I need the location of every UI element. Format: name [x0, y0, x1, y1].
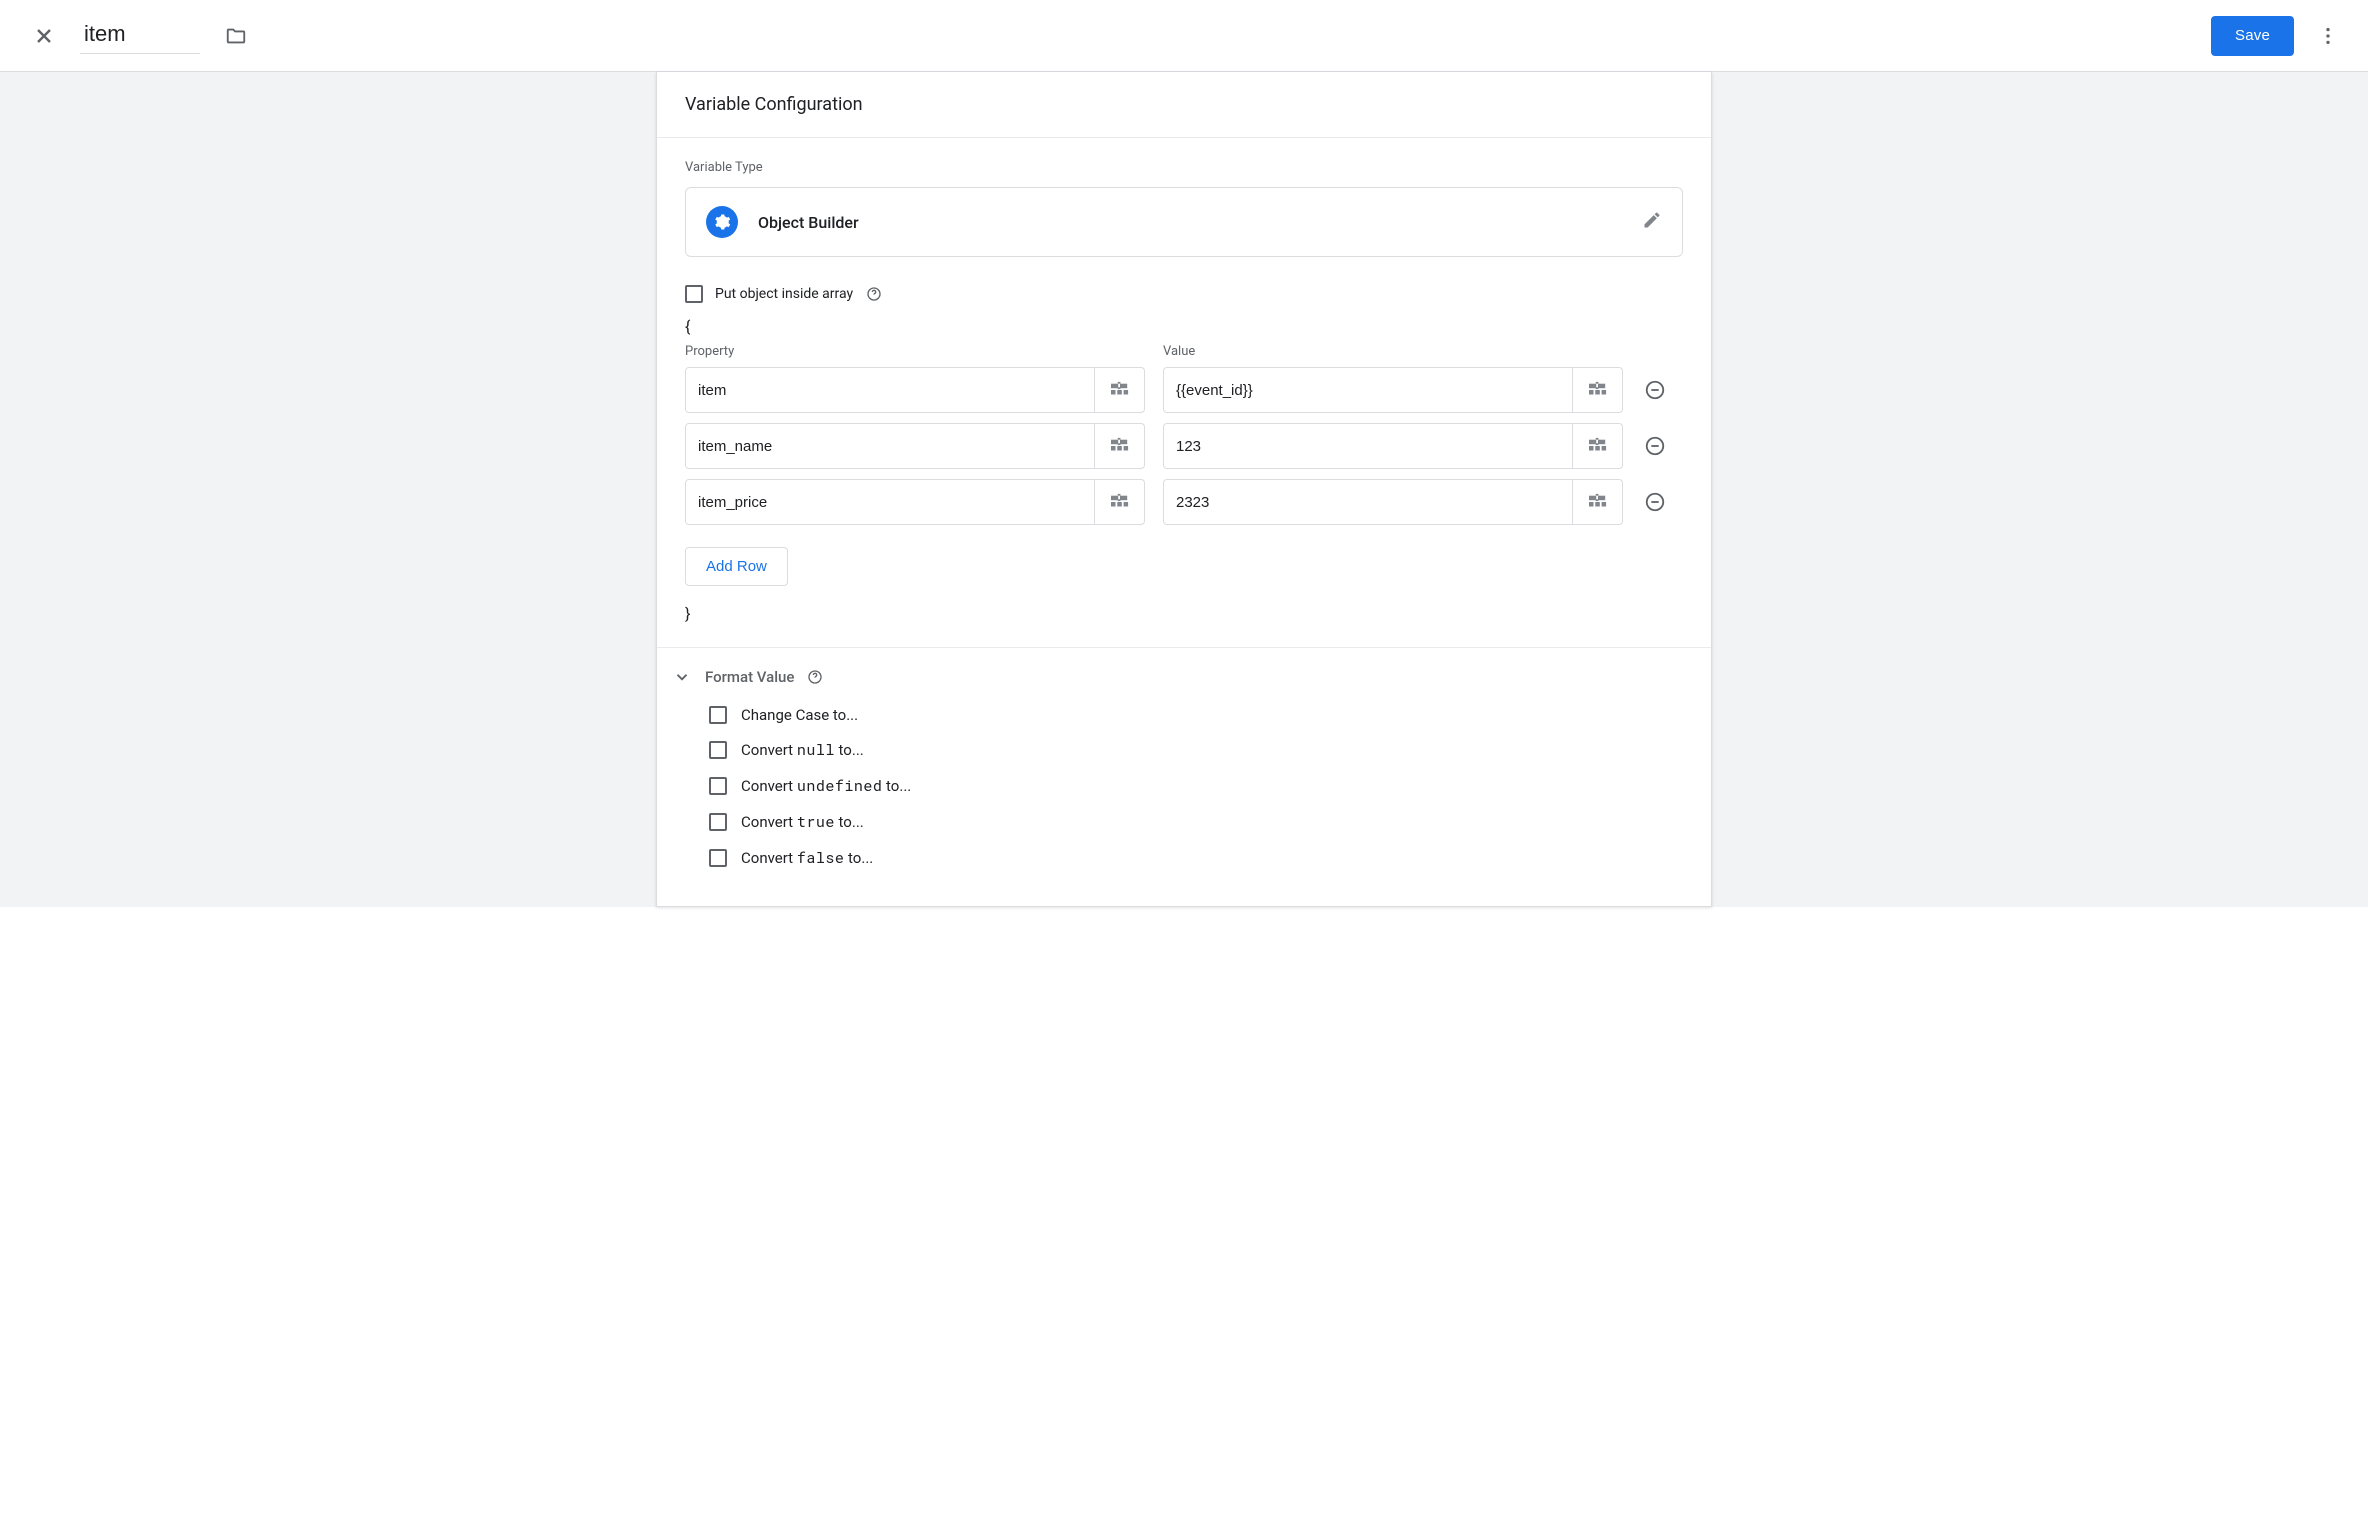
format-option: Convert true to...	[709, 804, 1697, 840]
property-input[interactable]	[686, 424, 1094, 468]
col-header-value: Value	[1163, 344, 1623, 359]
format-value-section-header[interactable]: Format Value	[671, 666, 1697, 688]
open-brace: {	[685, 317, 1683, 336]
format-option-label: Change Case to...	[741, 706, 858, 724]
format-checkbox[interactable]	[709, 741, 727, 759]
close-icon[interactable]	[20, 12, 68, 60]
help-icon[interactable]	[806, 668, 824, 686]
format-checkbox[interactable]	[709, 849, 727, 867]
remove-row-icon[interactable]	[1641, 376, 1669, 404]
remove-row-icon[interactable]	[1641, 432, 1669, 460]
format-option-label: Convert false to...	[741, 848, 873, 868]
gear-icon	[706, 206, 738, 238]
format-option-label: Convert undefined to...	[741, 776, 911, 796]
variable-picker-icon[interactable]	[1094, 368, 1144, 412]
panel-title: Variable Configuration	[657, 72, 1711, 138]
col-header-property: Property	[685, 344, 1145, 359]
format-option: Convert false to...	[709, 840, 1697, 876]
property-input[interactable]	[686, 368, 1094, 412]
more-vert-icon[interactable]	[2308, 16, 2348, 56]
app-header: Save	[0, 0, 2368, 72]
property-row	[685, 479, 1683, 525]
variable-picker-icon[interactable]	[1572, 480, 1622, 524]
format-list: Change Case to... Convert null to... Conve…	[671, 698, 1697, 876]
variable-picker-icon[interactable]	[1572, 368, 1622, 412]
format-checkbox[interactable]	[709, 777, 727, 795]
property-input[interactable]	[686, 480, 1094, 524]
value-input[interactable]	[1164, 424, 1572, 468]
format-checkbox[interactable]	[709, 813, 727, 831]
content-area: Variable Configuration Variable Type Obj…	[0, 72, 2368, 907]
table-headers: Property Value	[685, 344, 1683, 367]
variable-picker-icon[interactable]	[1094, 480, 1144, 524]
value-input[interactable]	[1164, 480, 1572, 524]
variable-picker-icon[interactable]	[1572, 424, 1622, 468]
variable-type-card[interactable]: Object Builder	[685, 187, 1683, 257]
config-panel: Variable Configuration Variable Type Obj…	[656, 72, 1712, 907]
variable-name-input[interactable]	[80, 17, 200, 54]
save-button[interactable]: Save	[2211, 16, 2294, 56]
format-option: Change Case to...	[709, 698, 1697, 732]
help-icon[interactable]	[865, 285, 883, 303]
folder-icon[interactable]	[218, 18, 254, 54]
format-option: Convert null to...	[709, 732, 1697, 768]
array-checkbox-row: Put object inside array	[685, 285, 1683, 303]
rows-container	[685, 367, 1683, 525]
format-option-label: Convert true to...	[741, 812, 864, 832]
close-brace: }	[685, 604, 1683, 623]
property-row	[685, 367, 1683, 413]
format-value-title: Format Value	[705, 668, 794, 686]
value-input[interactable]	[1164, 368, 1572, 412]
array-checkbox[interactable]	[685, 285, 703, 303]
format-checkbox[interactable]	[709, 706, 727, 724]
array-checkbox-label: Put object inside array	[715, 286, 853, 302]
add-row-button[interactable]: Add Row	[685, 547, 788, 586]
variable-type-label: Variable Type	[685, 160, 1683, 175]
property-row	[685, 423, 1683, 469]
variable-picker-icon[interactable]	[1094, 424, 1144, 468]
variable-type-name: Object Builder	[758, 213, 1642, 232]
format-option: Convert undefined to...	[709, 768, 1697, 804]
format-option-label: Convert null to...	[741, 740, 864, 760]
remove-row-icon[interactable]	[1641, 488, 1669, 516]
chevron-down-icon	[671, 666, 693, 688]
pencil-icon[interactable]	[1642, 210, 1662, 234]
